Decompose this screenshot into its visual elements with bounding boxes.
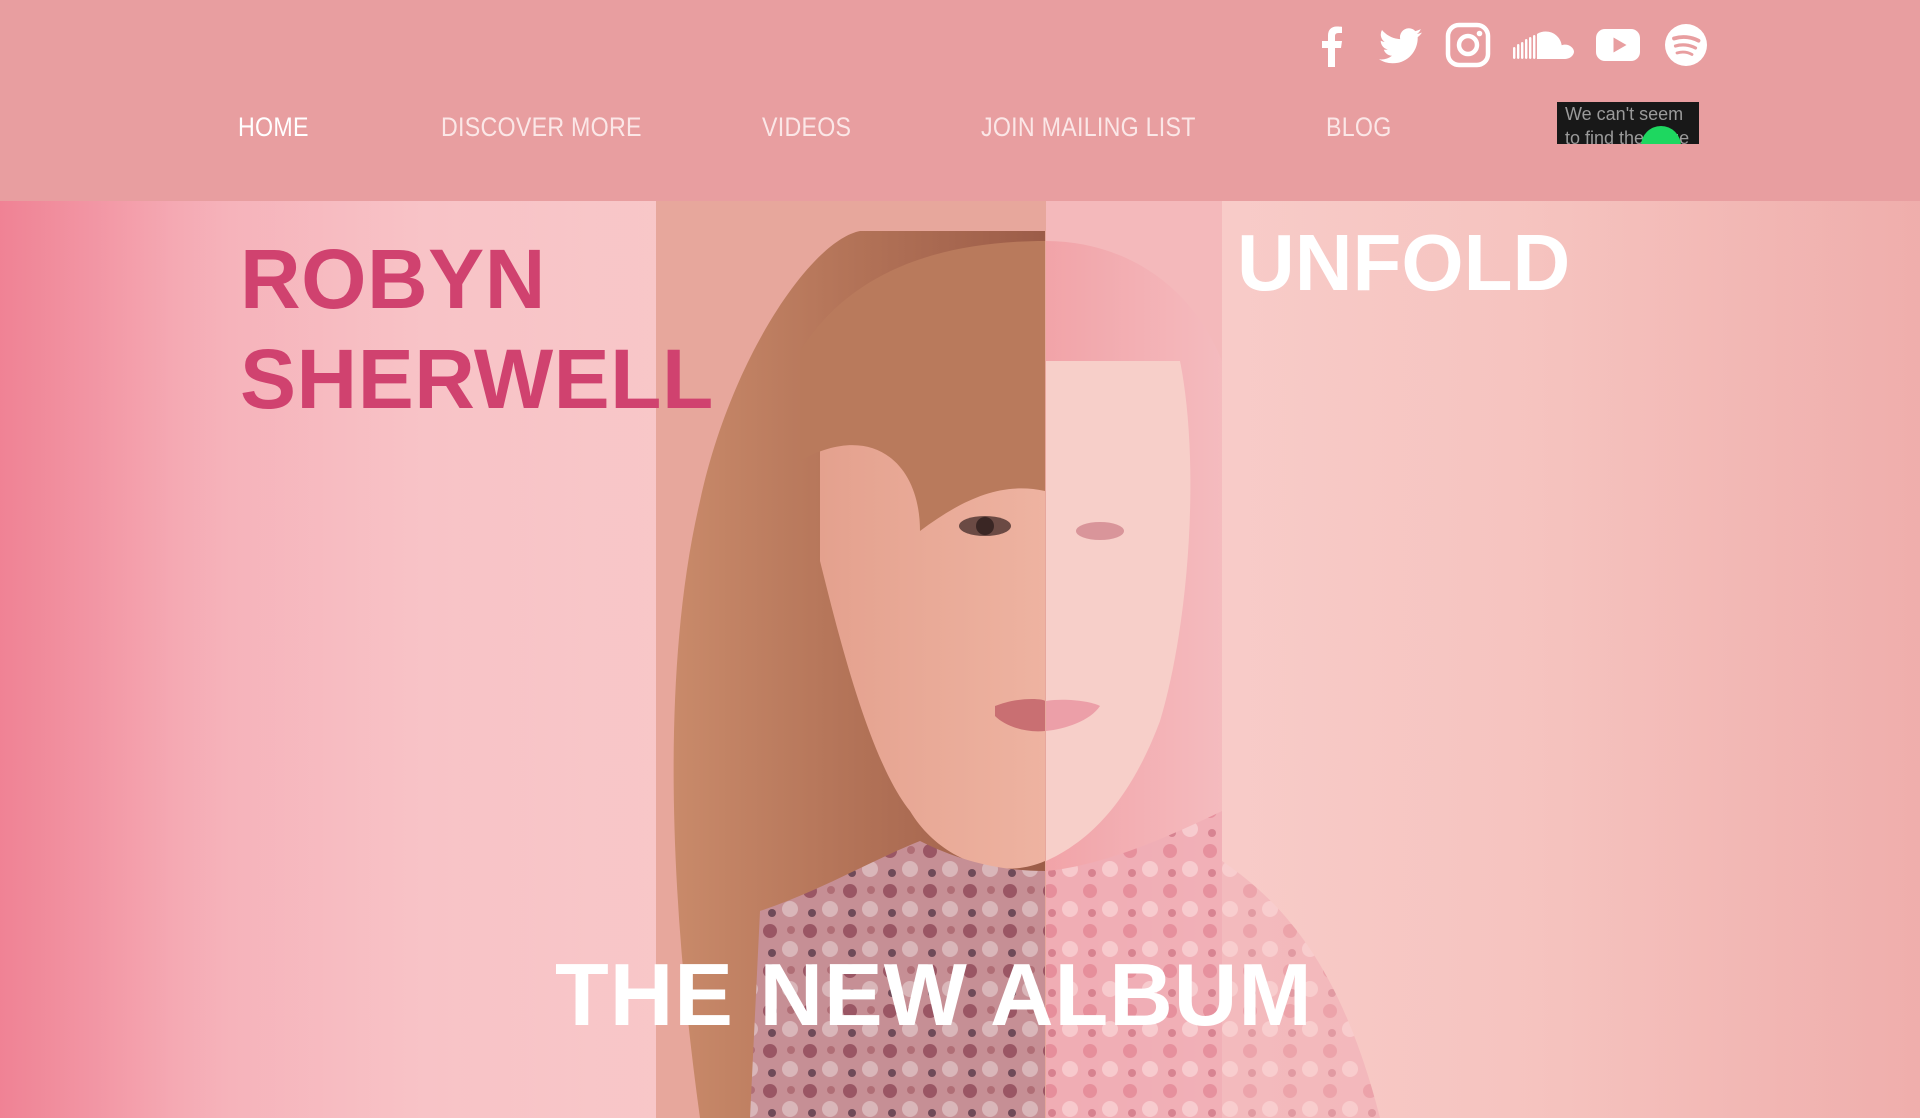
nav-item-join-mailing-list[interactable]: JOIN MAILING LIST bbox=[981, 112, 1196, 143]
soundcloud-icon[interactable] bbox=[1512, 21, 1574, 69]
nav-item-home[interactable]: HOME bbox=[238, 112, 309, 143]
nav-item-discover-more[interactable]: DISCOVER MORE bbox=[441, 112, 642, 143]
new-album-tagline: THE NEW ALBUM bbox=[555, 945, 1313, 1044]
spotify-icon[interactable] bbox=[1662, 21, 1710, 69]
artist-name: ROBYN SHERWELL bbox=[240, 232, 714, 426]
nav-item-videos[interactable]: VIDEOS bbox=[762, 112, 851, 143]
social-bar bbox=[1308, 20, 1710, 70]
hero-banner: ROBYN SHERWELL UNFOLD THE NEW ALBUM bbox=[0, 201, 1920, 1118]
twitter-icon[interactable] bbox=[1376, 21, 1424, 69]
spotify-player-widget[interactable]: We can't seem to find the page bbox=[1557, 102, 1699, 144]
nav-item-blog[interactable]: BLOG bbox=[1326, 112, 1392, 143]
instagram-icon[interactable] bbox=[1444, 21, 1492, 69]
album-title: UNFOLD bbox=[1237, 218, 1571, 307]
facebook-icon[interactable] bbox=[1308, 21, 1356, 69]
page: HOME DISCOVER MORE VIDEOS JOIN MAILING L… bbox=[0, 0, 1920, 1118]
site-header: HOME DISCOVER MORE VIDEOS JOIN MAILING L… bbox=[0, 0, 1920, 201]
youtube-icon[interactable] bbox=[1594, 21, 1642, 69]
